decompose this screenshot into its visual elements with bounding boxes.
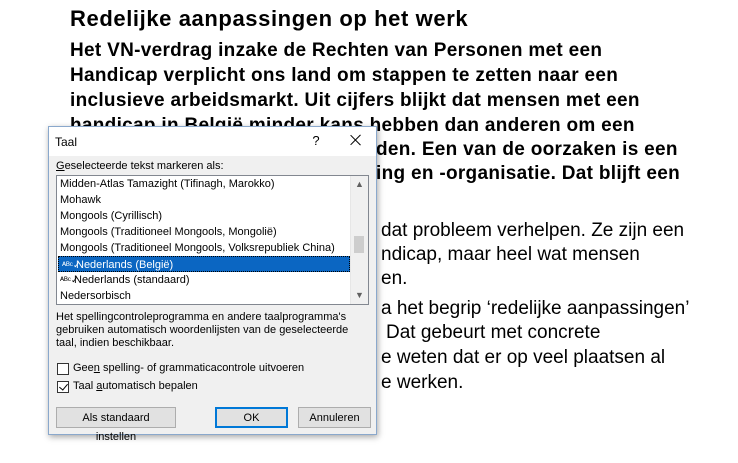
language-item-label: Nederlands (standaard) — [74, 274, 190, 286]
help-button[interactable]: ? — [308, 133, 324, 148]
language-item[interactable]: Mongools (Traditioneel Mongools, Mongoli… — [57, 224, 351, 240]
document-line-3: inclusieve arbeidsmarkt. Uit cijfers bli… — [70, 90, 640, 111]
auto-detect-label[interactable]: Taal automatisch bepalen — [73, 380, 198, 392]
document-title: Redelijke aanpassingen op het werk — [70, 6, 469, 31]
language-item-label: Mongools (Cyrillisch) — [60, 210, 163, 222]
spellcheck-icon: ᴬᴮᶜ✓ — [60, 275, 79, 286]
close-icon[interactable] — [346, 131, 366, 151]
ok-button[interactable]: OK — [215, 407, 288, 428]
scroll-up-icon[interactable]: ▲ — [351, 176, 368, 193]
document-line-13: e werken. — [381, 372, 464, 393]
language-item-label: Nedersorbisch — [60, 290, 131, 302]
language-item[interactable]: Mohawk — [57, 192, 351, 208]
language-dialog: Taal ? Geselecteerde tekst markeren als:… — [48, 126, 377, 443]
language-item[interactable]: ᴬᴮᶜ✓Nederlands (standaard) — [57, 272, 351, 288]
language-item[interactable]: Mongools (Traditioneel Mongools, Volksre… — [57, 240, 351, 256]
language-item-label: Midden-Atlas Tamazight (Tifinagh, Marokk… — [60, 178, 275, 190]
document-line-11: Dat gebeurt met concrete — [386, 322, 601, 343]
spellcheck-icon: ᴬᴮᶜ✓ — [62, 260, 81, 271]
listbox-scrollbar[interactable]: ▲ ▼ — [350, 176, 368, 304]
language-item-label: Nederlands (België) — [76, 259, 174, 271]
dialog-titlebar[interactable]: Taal ? — [49, 127, 376, 156]
language-item[interactable]: ᴬᴮᶜ✓Nederlands (België) — [58, 256, 350, 272]
language-item[interactable]: Nedersorbisch — [57, 288, 351, 304]
language-item-label: Mongools (Traditioneel Mongools, Volksre… — [60, 242, 335, 254]
document-line-10: a het begrip ‘redelijke aanpassingen’ — [381, 298, 690, 319]
document-line-8: ndicap, maar heel wat mensen — [381, 244, 640, 265]
language-listbox[interactable]: Midden-Atlas Tamazight (Tifinagh, Marokk… — [56, 175, 369, 305]
language-item-label: Mohawk — [60, 194, 101, 206]
language-item[interactable]: Midden-Atlas Tamazight (Tifinagh, Marokk… — [57, 176, 351, 192]
dialog-title: Taal — [55, 135, 78, 149]
info-text: Het spellingcontroleprogramma en andere … — [56, 311, 349, 349]
auto-detect-checkbox[interactable] — [57, 381, 69, 393]
cancel-button[interactable]: Annuleren — [298, 407, 371, 428]
language-list-label: Geselecteerde tekst markeren als: — [56, 160, 224, 172]
document-line-1: Het VN-verdrag inzake de Rechten van Per… — [70, 40, 603, 61]
document-line-12: e weten dat er op veel plaatsen al — [381, 347, 666, 368]
scroll-thumb[interactable] — [354, 236, 364, 253]
language-item-label: Mongools (Traditioneel Mongools, Mongoli… — [60, 226, 277, 238]
document-line-2: Handicap verplicht ons land om stappen t… — [70, 65, 619, 86]
document-line-9: en. — [381, 268, 408, 289]
document-line-6: ing en -organisatie. Dat blijft een — [376, 163, 680, 184]
scroll-down-icon[interactable]: ▼ — [351, 287, 368, 304]
set-default-button[interactable]: Als standaard instellen — [56, 407, 176, 443]
document-line-7: dat probleem verhelpen. Ze zijn een — [381, 220, 685, 241]
no-spellcheck-label[interactable]: Geen spelling- of grammaticacontrole uit… — [73, 362, 304, 374]
no-spellcheck-checkbox[interactable] — [57, 363, 69, 375]
language-item[interactable]: Mongools (Cyrillisch) — [57, 208, 351, 224]
document-line-5: den. Een van de oorzaken is een — [376, 139, 678, 160]
